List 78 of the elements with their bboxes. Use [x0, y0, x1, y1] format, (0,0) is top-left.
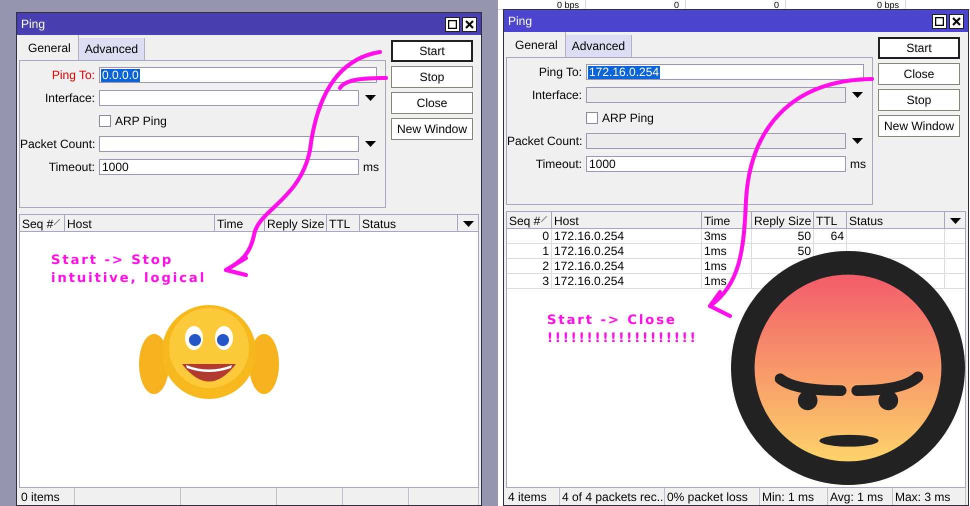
maximize-button[interactable] [932, 14, 947, 28]
input-field[interactable] [99, 136, 359, 152]
table-cell: 1ms [704, 244, 727, 258]
sort-icon [541, 216, 547, 222]
annotation-text: !!!!!!!!!!!!!!!!!!! [547, 330, 698, 348]
field-label: Ping To: [538, 64, 582, 81]
table-cell: 172.16.0.254 [554, 244, 624, 258]
background-cell: 0 bps [876, 0, 899, 10]
table-cell: 1ms [704, 274, 727, 288]
status-cell: 0 items [19, 488, 75, 505]
caret-icon [950, 218, 960, 224]
annotation-text: Start -> Close [547, 312, 678, 330]
checkbox[interactable] [586, 112, 598, 124]
input-field[interactable]: 172.16.0.254 [586, 64, 864, 80]
unit-label: ms [850, 156, 866, 173]
caret-icon [852, 138, 862, 144]
status-cell: 4 items [506, 488, 560, 505]
table-cell: 2 [542, 259, 549, 273]
status-cell: Max: 3 ms [893, 488, 966, 505]
field-label: Timeout: [48, 159, 95, 176]
sort-icon [54, 219, 60, 225]
button[interactable]: Stop [878, 89, 960, 111]
window-title: Ping [508, 13, 534, 30]
input-field[interactable] [99, 90, 359, 106]
table-cell: 172.16.0.254 [554, 259, 624, 273]
close-button[interactable] [949, 14, 964, 28]
close-button[interactable] [462, 16, 477, 32]
button[interactable]: Close [878, 63, 960, 85]
table-cell: 0 [542, 229, 549, 243]
status-cell: Avg: 1 ms [828, 488, 893, 505]
input-field[interactable]: 1000 [586, 156, 846, 172]
button[interactable]: New Window [391, 118, 473, 140]
close-icon [952, 16, 961, 26]
table-cell: 1ms [704, 259, 727, 273]
close-icon [465, 20, 474, 28]
background-cell: 0 [674, 0, 679, 10]
field-label: Interface: [530, 87, 582, 104]
checkbox-label: ARP Ping [602, 110, 654, 127]
caret-icon [462, 221, 474, 227]
background-cell: 0 bps [556, 0, 579, 10]
tab[interactable]: Advanced [78, 38, 146, 60]
input-field[interactable]: 0.0.0.0 [99, 67, 377, 83]
table-cell: 50 [798, 244, 811, 258]
field-label: Ping To: [50, 67, 95, 84]
input-field[interactable]: 1000 [99, 159, 359, 175]
caret-icon [852, 92, 862, 98]
table-cell: 50 [798, 229, 811, 243]
button[interactable]: New Window [878, 115, 960, 137]
button[interactable]: Start [878, 37, 960, 59]
status-cell: Min: 1 ms [760, 488, 828, 505]
table-cell: 172.16.0.254 [554, 274, 624, 288]
table-cell: 3ms [704, 229, 727, 243]
window-title: Ping [21, 16, 46, 33]
button[interactable]: Start [391, 40, 473, 62]
annotation-text: intuitive, logical [51, 270, 206, 288]
checkbox-label: ARP Ping [115, 113, 167, 130]
maximize-button[interactable] [445, 16, 460, 32]
caret-icon [364, 141, 376, 147]
checkbox[interactable] [99, 115, 111, 127]
field-label: Packet Count: [20, 136, 95, 153]
unit-label: ms [363, 159, 379, 176]
table-cell: 1 [542, 244, 549, 258]
maximize-icon [448, 20, 457, 28]
background-cell: 0 [774, 0, 779, 10]
field-label: Packet Count: [507, 133, 582, 150]
field-label: Timeout: [534, 156, 582, 173]
status-cell: 0% packet loss [665, 488, 760, 505]
annotation-text: Start -> Stop [51, 252, 174, 270]
status-cell: 4 of 4 packets rec... [560, 488, 665, 505]
button[interactable]: Stop [391, 66, 473, 88]
button[interactable]: Close [391, 92, 473, 114]
table-cell: 3 [542, 274, 549, 288]
table-cell: 64 [830, 229, 844, 243]
caret-icon [364, 95, 376, 101]
maximize-icon [935, 16, 944, 26]
field-label: Interface: [44, 90, 95, 107]
tab[interactable]: Advanced [566, 35, 632, 57]
table-cell: 172.16.0.254 [554, 229, 624, 243]
